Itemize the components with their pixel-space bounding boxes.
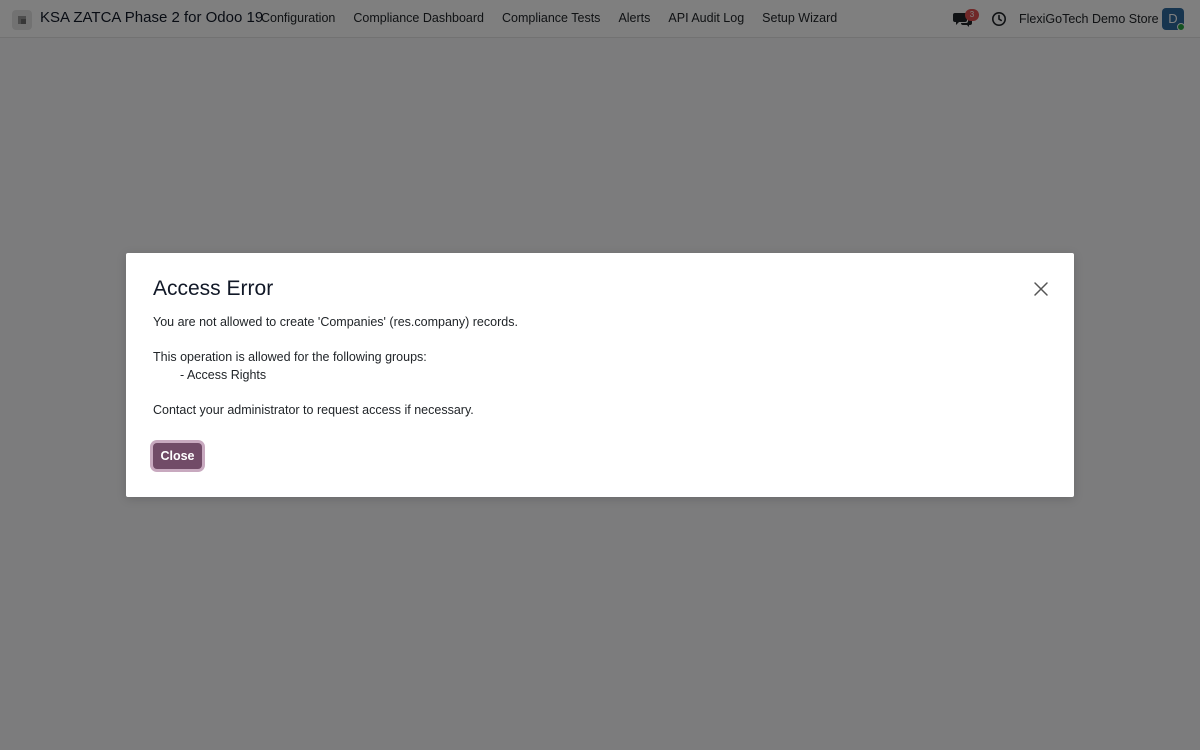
dialog-title: Access Error	[153, 277, 274, 300]
close-button[interactable]: Close	[153, 443, 202, 469]
close-icon[interactable]	[1033, 281, 1049, 297]
allowed-group-item: - Access Rights	[180, 367, 267, 382]
access-error-dialog: Access Error You are not allowed to crea…	[126, 253, 1074, 497]
error-message: You are not allowed to create 'Companies…	[153, 315, 518, 329]
allowed-groups-intro: This operation is allowed for the follow…	[153, 350, 427, 364]
contact-admin-message: Contact your administrator to request ac…	[153, 402, 474, 417]
dialog-body: You are not allowed to create 'Companies…	[153, 314, 518, 419]
